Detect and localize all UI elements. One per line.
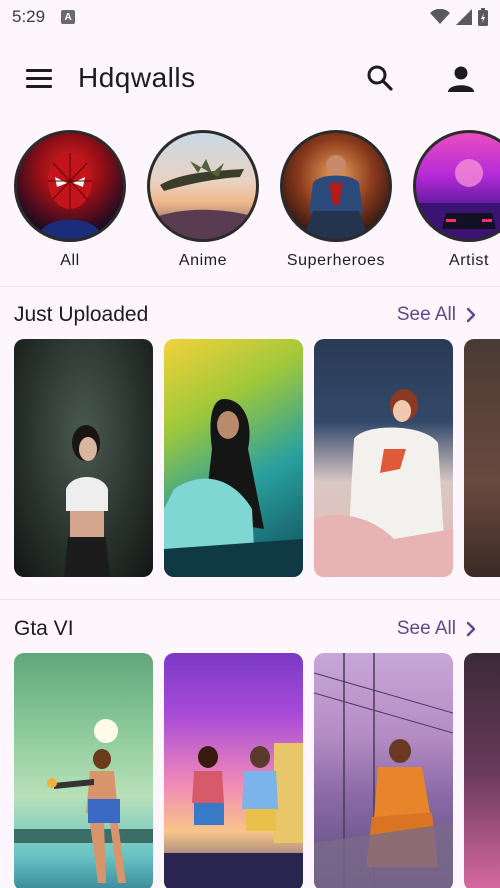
category-label: All xyxy=(60,252,80,269)
app-bar: Hdqwalls xyxy=(0,50,500,106)
category-superheroes[interactable]: Superheroes xyxy=(280,130,392,270)
see-all-button[interactable]: See All xyxy=(397,304,476,326)
chevron-right-icon xyxy=(466,621,476,637)
wallpaper-thumbnail[interactable] xyxy=(464,653,500,888)
status-bar: 5:29 A xyxy=(0,0,500,34)
a-icon: A xyxy=(61,10,76,24)
category-artist[interactable]: Artist xyxy=(413,130,500,270)
section-title: Just Uploaded xyxy=(14,303,149,326)
see-all-label: See All xyxy=(396,304,456,325)
chevron-right-icon xyxy=(466,307,476,323)
category-row: All Anime Superheroes Artist xyxy=(0,130,500,276)
wallpaper-thumbnail[interactable] xyxy=(164,339,303,577)
app-title: Hdqwalls xyxy=(78,62,196,93)
wallpaper-thumbnail[interactable] xyxy=(464,339,500,577)
wallpaper-thumbnail[interactable] xyxy=(314,653,453,888)
see-all-label: See All xyxy=(396,618,456,639)
divider xyxy=(0,599,500,600)
wallpaper-row xyxy=(14,653,500,888)
wallpaper-thumbnail[interactable] xyxy=(164,653,303,888)
signal-icon xyxy=(456,9,472,25)
category-label: Anime xyxy=(178,252,228,269)
category-label: Superheroes xyxy=(286,252,386,269)
status-time: 5:29 xyxy=(12,7,46,26)
see-all-button[interactable]: See All xyxy=(397,618,476,640)
divider xyxy=(0,286,500,287)
category-all[interactable]: All xyxy=(14,130,126,270)
wifi-icon xyxy=(430,9,450,24)
category-label: Artist xyxy=(448,252,490,269)
wallpaper-thumbnail[interactable] xyxy=(314,339,453,577)
section-title: Gta VI xyxy=(14,617,74,640)
search-icon[interactable] xyxy=(364,62,396,94)
wallpaper-thumbnail[interactable] xyxy=(14,653,153,888)
category-image xyxy=(147,130,259,242)
menu-icon[interactable] xyxy=(22,64,56,92)
status-icons xyxy=(430,8,488,26)
account-icon[interactable] xyxy=(444,62,478,96)
category-anime[interactable]: Anime xyxy=(147,130,259,270)
category-image xyxy=(413,130,500,242)
battery-icon xyxy=(478,8,488,26)
category-image xyxy=(280,130,392,242)
wallpaper-row xyxy=(14,339,500,579)
wallpaper-thumbnail[interactable] xyxy=(14,339,153,577)
category-image xyxy=(14,130,126,242)
